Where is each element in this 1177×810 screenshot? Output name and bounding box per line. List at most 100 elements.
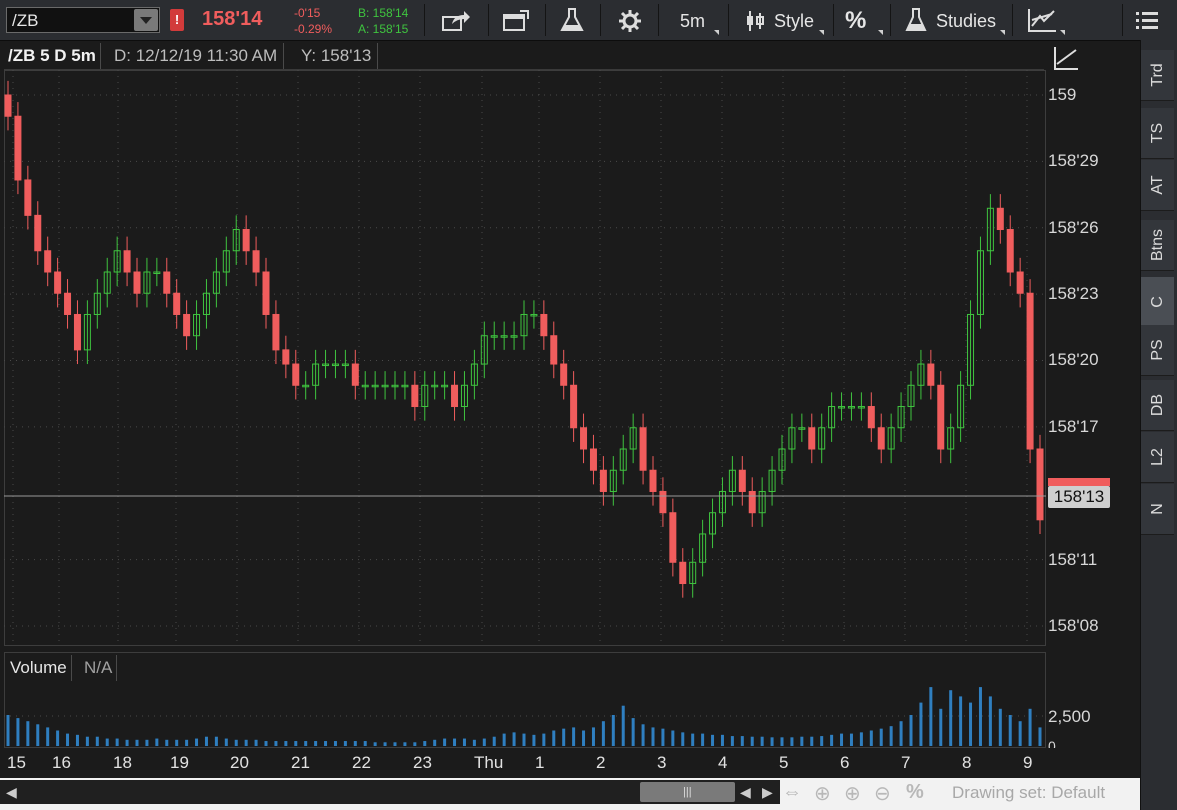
- volume-bar: [820, 736, 824, 746]
- symbol-dropdown-button[interactable]: [134, 9, 158, 31]
- candle-body: [44, 250, 52, 273]
- volume-bar: [244, 739, 248, 746]
- candle-body: [877, 427, 885, 450]
- candle-body: [738, 469, 746, 492]
- volume-zero-label: 0: [1048, 738, 1056, 748]
- x-tick-label: 16: [52, 753, 71, 772]
- toolbar-divider: [545, 4, 546, 36]
- scroll-right-icon[interactable]: ▶: [762, 784, 773, 801]
- volume-bar: [26, 721, 30, 746]
- studies-flask-icon: [904, 6, 928, 34]
- sidebar-tab-trd[interactable]: Trd: [1141, 50, 1174, 101]
- volume-bar: [46, 727, 50, 746]
- volume-bar: [324, 741, 328, 746]
- volume-bar: [135, 739, 139, 746]
- volume-chart[interactable]: [4, 652, 1046, 748]
- volume-bar: [1038, 727, 1042, 746]
- volume-bar: [125, 739, 129, 746]
- drawing-tools-icon[interactable]: [1026, 6, 1060, 34]
- sidebar-tab-label: DB: [1148, 393, 1166, 417]
- x-tick-label: 21: [291, 753, 310, 772]
- price-chart[interactable]: [4, 70, 1046, 646]
- sidebar-tab-btns[interactable]: Btns: [1141, 220, 1174, 271]
- x-tick-label: 2: [596, 753, 606, 772]
- volume-bar: [998, 708, 1002, 746]
- volume-bar: [879, 728, 883, 746]
- volume-bar: [333, 741, 337, 746]
- volume-bar: [145, 739, 149, 746]
- flask-icon[interactable]: [558, 6, 586, 34]
- drawing-trendline-icon[interactable]: [1052, 44, 1080, 72]
- sidebar-tab-n[interactable]: N: [1141, 484, 1174, 535]
- detach-window-icon[interactable]: [500, 8, 532, 34]
- volume-bar: [562, 728, 566, 746]
- sidebar-tab-c[interactable]: C: [1141, 277, 1174, 328]
- zoom-in-icon[interactable]: ⊕: [844, 781, 861, 806]
- gear-icon[interactable]: [617, 8, 643, 34]
- sidebar-tab-label: C: [1148, 296, 1166, 308]
- volume-bar: [105, 738, 109, 746]
- sidebar-tab-label: L2: [1148, 448, 1166, 466]
- candle-body: [272, 313, 280, 351]
- volume-bar: [621, 705, 625, 746]
- sidebar-tab-label: Btns: [1148, 228, 1166, 262]
- menu-icon[interactable]: [1136, 10, 1158, 30]
- sidebar-tab-ps[interactable]: PS: [1141, 325, 1174, 376]
- volume-bar: [6, 715, 10, 746]
- volume-bar: [582, 730, 586, 746]
- volume-bar: [95, 736, 99, 746]
- volume-bar: [899, 721, 903, 746]
- sidebar-tab-l2[interactable]: L2: [1141, 432, 1174, 483]
- zoom-out-icon[interactable]: ⊖: [874, 781, 891, 806]
- x-tick-label: 5: [779, 753, 789, 772]
- volume-bar: [115, 738, 119, 746]
- style-button[interactable]: Style: [774, 11, 814, 32]
- scrollbar-grip-icon: |||: [683, 786, 692, 798]
- crosshair-icon[interactable]: ⊕: [814, 781, 831, 806]
- candle-body: [173, 292, 181, 315]
- candle-body: [550, 335, 558, 365]
- share-icon[interactable]: [440, 8, 472, 34]
- volume-bar: [869, 730, 873, 746]
- volume-bar: [56, 730, 60, 746]
- percent-scale-icon[interactable]: %: [906, 781, 924, 804]
- drawing-set-label[interactable]: Drawing set: Default: [952, 783, 1105, 803]
- pan-icon[interactable]: ⇔: [782, 781, 802, 804]
- y-tick-label: 159: [1048, 85, 1077, 104]
- volume-bar: [959, 696, 963, 746]
- last-price: 158'14: [202, 8, 263, 30]
- candle-body: [1026, 292, 1034, 450]
- sidebar-tab-label: TS: [1148, 122, 1166, 144]
- volume-bar: [969, 702, 973, 746]
- volume-bar: [204, 736, 208, 746]
- timeframe-button[interactable]: 5m: [680, 11, 705, 32]
- sidebar-tab-at[interactable]: AT: [1141, 160, 1174, 211]
- candle-body: [1016, 271, 1024, 294]
- volume-bar: [542, 733, 546, 746]
- percent-button[interactable]: %: [845, 7, 866, 35]
- timeframe-dropdown-icon: [714, 30, 719, 35]
- volume-bar: [1018, 721, 1022, 746]
- volume-bar: [264, 741, 268, 746]
- candle-body: [54, 271, 62, 294]
- candle-body: [996, 207, 1004, 231]
- volume-bar: [413, 742, 417, 746]
- candle-body: [540, 313, 548, 337]
- scroll-left-icon[interactable]: ◀: [6, 784, 17, 801]
- studies-button[interactable]: Studies: [936, 11, 996, 32]
- volume-bar: [929, 687, 933, 746]
- toolbar-divider: [833, 4, 834, 36]
- scroll-left-step-icon[interactable]: ◀: [740, 784, 751, 801]
- volume-bar: [720, 734, 724, 746]
- candle-body: [73, 313, 81, 351]
- alert-icon[interactable]: !: [170, 9, 184, 31]
- sidebar-tab-ts[interactable]: TS: [1141, 108, 1174, 159]
- chart-symbol-period[interactable]: /ZB 5 D 5m: [4, 43, 101, 69]
- volume-bar: [433, 739, 437, 746]
- sidebar-tab-db[interactable]: DB: [1141, 380, 1174, 431]
- candle-body: [560, 363, 568, 386]
- volume-bar: [165, 739, 169, 746]
- volume-bar: [214, 736, 218, 746]
- toolbar-divider: [600, 4, 601, 36]
- volume-bar: [353, 741, 357, 746]
